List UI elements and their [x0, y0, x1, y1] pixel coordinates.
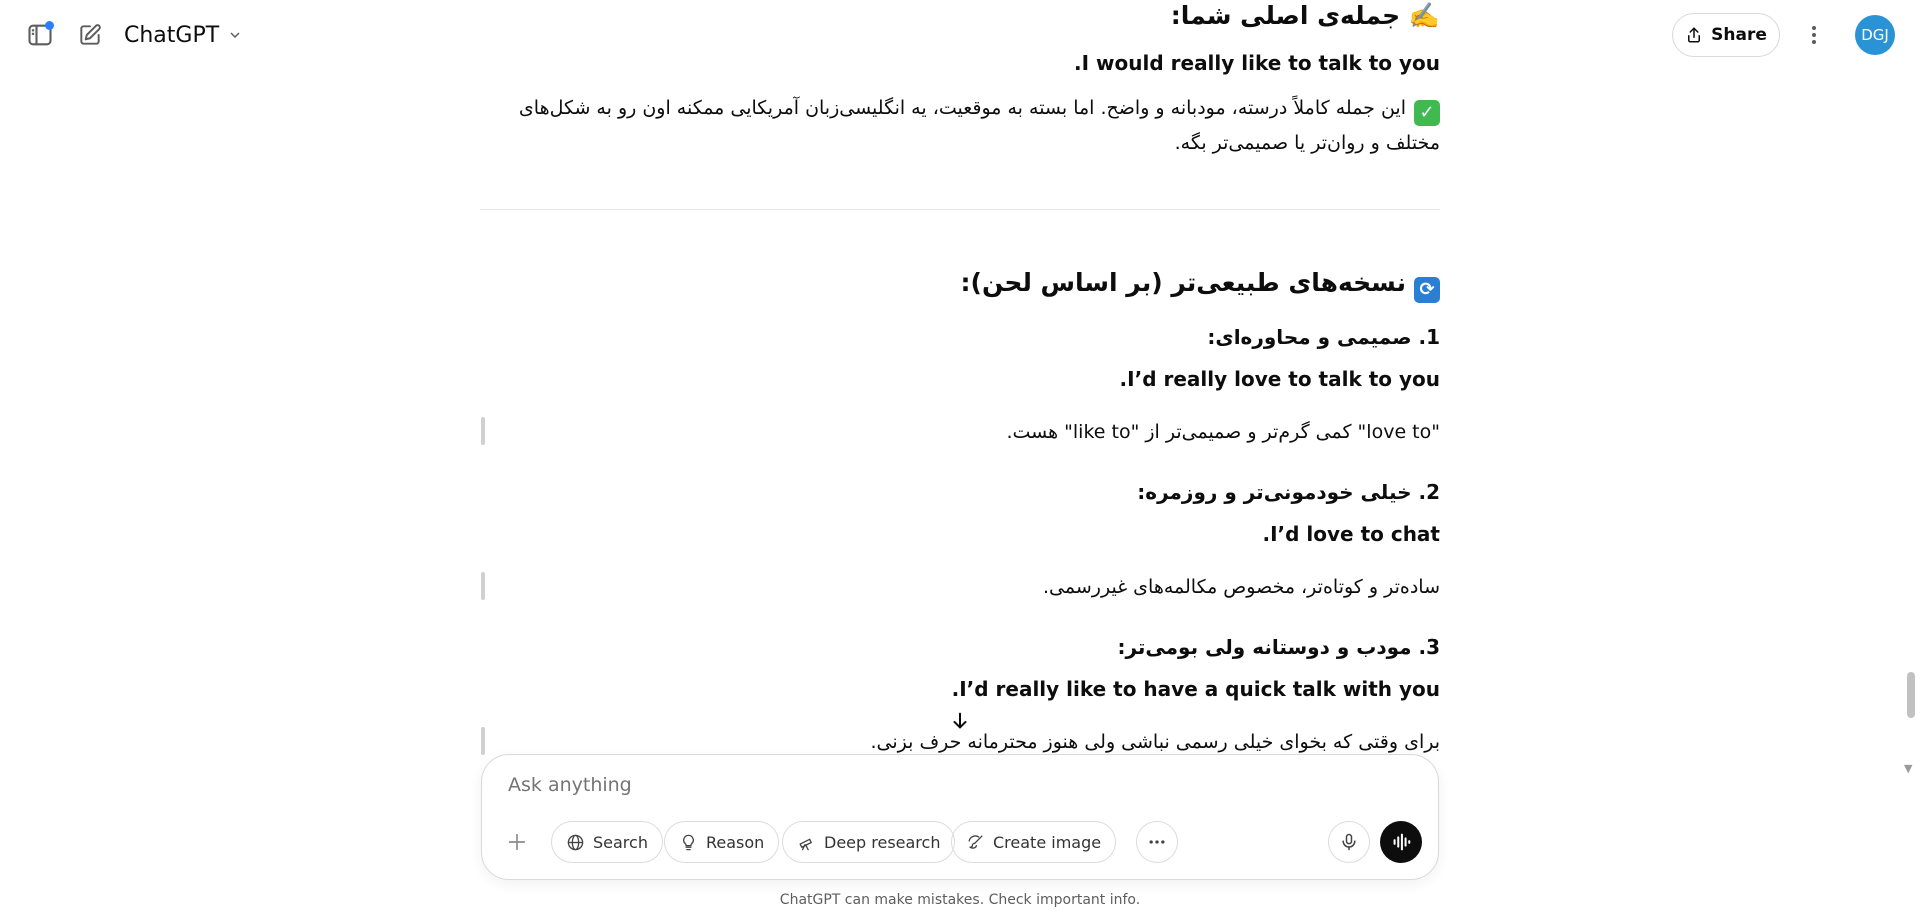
blockquote-bar — [481, 727, 485, 755]
prompt-input[interactable] — [506, 773, 1390, 797]
blockquote-bar — [481, 417, 485, 445]
blockquote-note: ساده‌تر و کوتاه‌تر، مخصوص مکالمه‌های غیر… — [1043, 576, 1440, 598]
list-item-sentence: I’d love to chat. — [1262, 522, 1440, 546]
more-options-button[interactable] — [1794, 15, 1834, 55]
share-icon — [1688, 27, 1701, 43]
scrollbar-thumb[interactable] — [1907, 672, 1915, 718]
list-item-title: 2. خیلی خودمونی‌تر و روزمره: — [1137, 480, 1440, 504]
telescope-icon — [799, 838, 812, 850]
search-tool-button[interactable]: Search — [551, 821, 663, 863]
chevron-down-icon — [230, 32, 240, 39]
disclaimer: ChatGPT can make mistakes. Check importa… — [779, 892, 1141, 908]
model-picker[interactable]: ChatGPT — [124, 16, 243, 54]
microphone-icon — [1342, 833, 1356, 851]
avatar[interactable]: DGJ — [1855, 15, 1895, 55]
divider — [480, 209, 1440, 210]
sidebar-toggle-button[interactable] — [20, 15, 60, 55]
list-item-sentence: I’d really love to talk to you. — [1119, 367, 1440, 391]
section-heading-variants: ⟳نسخه‌های طبیعی‌تر (بر اساس لحن): — [480, 263, 1440, 303]
edit-icon — [80, 24, 101, 45]
scrollbar-down-arrow[interactable]: ▼ — [1904, 762, 1912, 775]
add-attachment-button[interactable] — [496, 821, 538, 863]
check-icon: ✓ — [1414, 100, 1440, 126]
deep-research-tool-button[interactable]: Deep research — [782, 821, 956, 863]
scroll-to-bottom-button[interactable] — [940, 707, 980, 735]
composer: Search Reason Deep research Create image — [481, 754, 1439, 880]
original-sentence: I would really like to talk to you. — [1074, 51, 1440, 75]
list-item-title: 3. مودب و دوستانه ولی بومی‌تر: — [1117, 635, 1440, 659]
image-brush-icon — [968, 834, 983, 849]
dictate-button[interactable] — [1328, 821, 1370, 863]
more-tools-button[interactable] — [1136, 821, 1178, 863]
notification-dot — [45, 21, 54, 30]
dots-horizontal-icon — [1149, 840, 1165, 844]
create-image-tool-button[interactable]: Create image — [951, 821, 1117, 863]
plus-icon — [508, 833, 526, 851]
share-label: Share — [1711, 25, 1767, 45]
avatar-initials: DGJ — [1861, 26, 1889, 44]
blockquote-note: "love to" کمی گرم‌تر و صمیمی‌تر از "like… — [1006, 421, 1440, 443]
share-button[interactable]: Share — [1672, 13, 1780, 57]
globe-icon — [567, 834, 584, 850]
new-chat-button[interactable] — [70, 15, 110, 55]
arrow-down-icon — [953, 712, 967, 729]
assessment-paragraph: ✓این جمله کاملاً درسته، مودبانه و واضح. … — [518, 97, 1440, 154]
list-item-sentence: I’d really like to have a quick talk wit… — [951, 677, 1440, 701]
blockquote-bar — [481, 572, 485, 600]
waveform-icon — [1393, 833, 1411, 851]
refresh-icon: ⟳ — [1414, 277, 1440, 303]
section-heading-original: ✍️ جمله‌ی اصلی شما: — [1170, 1, 1440, 30]
reason-tool-button[interactable]: Reason — [664, 821, 780, 863]
voice-mode-button[interactable] — [1380, 821, 1422, 863]
model-name: ChatGPT — [124, 22, 220, 48]
list-item-title: 1. صمیمی و محاوره‌ای: — [1207, 325, 1440, 349]
dots-vertical-icon — [1812, 26, 1816, 44]
lightbulb-icon — [683, 834, 694, 850]
